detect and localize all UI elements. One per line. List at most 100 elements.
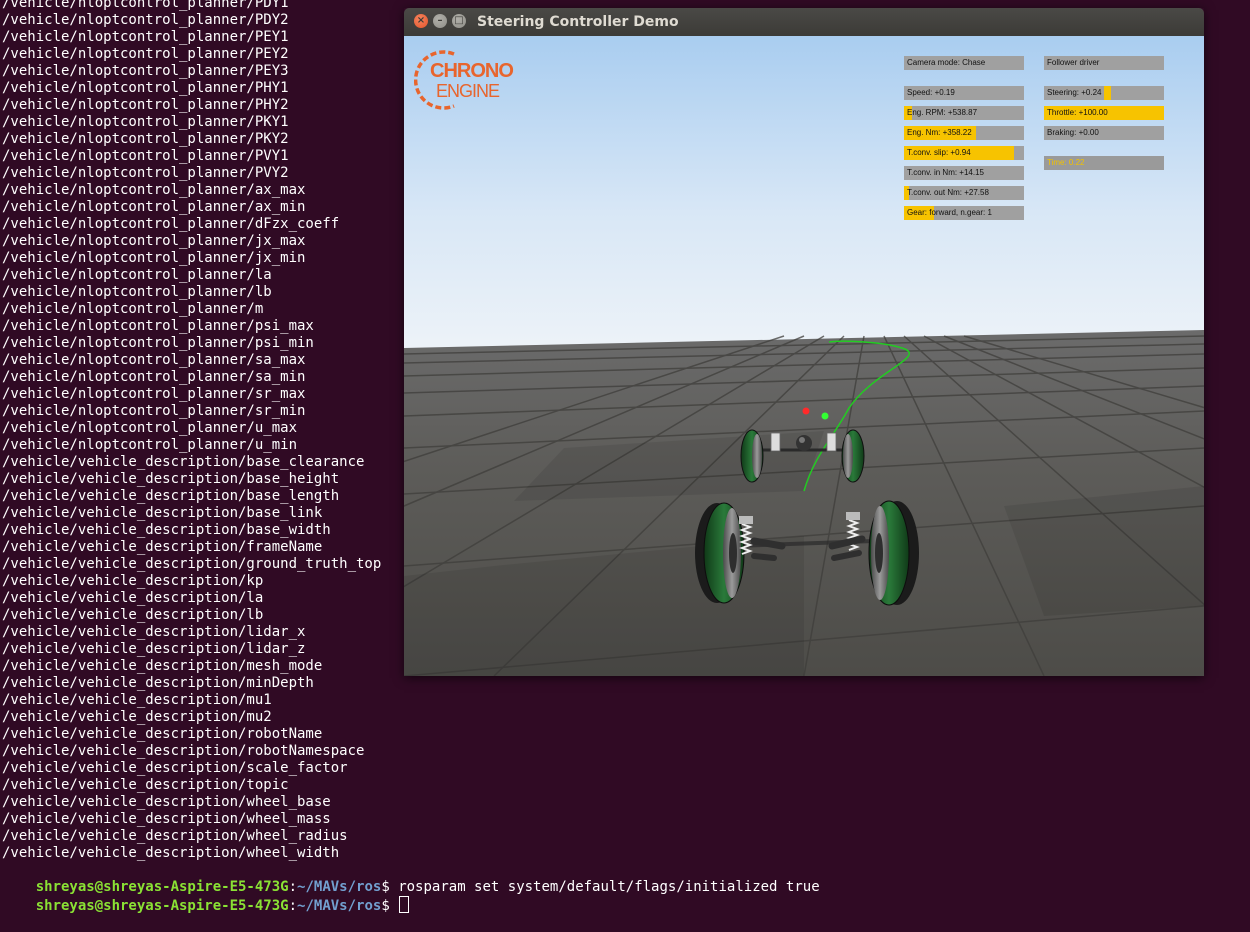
minimize-icon: – (437, 15, 443, 26)
terminal-output-line: /vehicle/vehicle_description/lidar_z (2, 641, 306, 657)
terminal-output-line: /vehicle/vehicle_description/lb (2, 607, 264, 623)
hud-speed-text: Speed: +0.19 (907, 88, 955, 97)
hud-gear: Gear: forward, n.gear: 1 (904, 206, 1024, 220)
3d-viewport[interactable]: CHRONO ENGINE Camera mode: Chase Followe… (404, 36, 1204, 676)
prompt-path: ~/MAVs/ros (297, 898, 382, 914)
terminal-output-line: /vehicle/vehicle_description/base_width (2, 522, 331, 538)
terminal-output-line: /vehicle/nloptcontrol_planner/PEY3 (2, 63, 289, 79)
hud-tconv-slip: T.conv. slip: +0.94 (904, 146, 1024, 160)
target-marker-green (821, 412, 829, 420)
hud-sim-time-text: Time: 0.22 (1047, 158, 1085, 167)
terminal-output-line: /vehicle/vehicle_description/kp (2, 573, 264, 589)
terminal-output-line: /vehicle/vehicle_description/ground_trut… (2, 556, 382, 572)
hud-engine-torque-text: Eng. Nm: +358.22 (907, 128, 972, 137)
hud-steering-text: Steering: +0.24 (1047, 88, 1102, 97)
terminal-output-line: /vehicle/nloptcontrol_planner/jx_min (2, 250, 306, 266)
terminal-output-line: /vehicle/nloptcontrol_planner/sr_min (2, 403, 306, 419)
terminal-output-line: /vehicle/nloptcontrol_planner/PEY1 (2, 29, 289, 45)
terminal-output-line: /vehicle/vehicle_description/mesh_mode (2, 658, 323, 674)
terminal-output-line: /vehicle/vehicle_description/robotName (2, 726, 323, 742)
terminal-output-line: /vehicle/nloptcontrol_planner/PDY1 (2, 0, 289, 11)
terminal-output-line: /vehicle/vehicle_description/base_length (2, 488, 340, 504)
hud-sim-time: Time: 0.22 (1044, 156, 1164, 170)
terminal-output-line: /vehicle/nloptcontrol_planner/PHY1 (2, 80, 289, 96)
terminal-output-line: /vehicle/nloptcontrol_planner/dFzx_coeff (2, 216, 340, 232)
terminal-output-line: /vehicle/vehicle_description/mu1 (2, 692, 272, 708)
terminal-output-line: /vehicle/nloptcontrol_planner/PKY2 (2, 131, 289, 147)
hud-tconv-out-torque-text: T.conv. out Nm: +27.58 (907, 188, 989, 197)
terminal-output-line: /vehicle/nloptcontrol_planner/PEY2 (2, 46, 289, 62)
sky (404, 36, 1204, 356)
hud-tconv-out-torque: T.conv. out Nm: +27.58 (904, 186, 1024, 200)
window-close-button[interactable]: × (414, 14, 428, 28)
prompt-line-previous: shreyas@shreyas-Aspire-E5-473G:~/MAVs/ro… (35, 879, 820, 895)
hud-engine-rpm: Eng. RPM: +538.87 (904, 106, 1024, 120)
terminal-output-line: /vehicle/vehicle_description/minDepth (2, 675, 314, 691)
hud-throttle-text: Throttle: +100.00 (1047, 108, 1108, 117)
chrono-engine-logo: CHRONO ENGINE (414, 48, 524, 112)
terminal-output-line: /vehicle/nloptcontrol_planner/u_min (2, 437, 298, 453)
terminal-output-line: /vehicle/nloptcontrol_planner/lb (2, 284, 272, 300)
text-cursor (399, 896, 410, 913)
terminal-output-line: /vehicle/nloptcontrol_planner/sa_min (2, 369, 306, 385)
terminal-output-line: /vehicle/vehicle_description/scale_facto… (2, 760, 348, 776)
hud-throttle: Throttle: +100.00 (1044, 106, 1164, 120)
terminal-output-line: /vehicle/nloptcontrol_planner/psi_min (2, 335, 314, 351)
terminal-output-line: /vehicle/vehicle_description/la (2, 590, 264, 606)
hud-tconv-in-torque: T.conv. in Nm: +14.15 (904, 166, 1024, 180)
terminal-output-line: /vehicle/vehicle_description/wheel_mass (2, 811, 331, 827)
hud-driver-mode-text: Follower driver (1047, 58, 1100, 67)
terminal-output-line: /vehicle/nloptcontrol_planner/la (2, 267, 272, 283)
close-icon: × (416, 15, 426, 26)
maximize-icon: □ (454, 15, 464, 26)
window-maximize-button[interactable]: □ (452, 14, 466, 28)
window-title: Steering Controller Demo (477, 14, 679, 30)
terminal-output-line: /vehicle/vehicle_description/lidar_x (2, 624, 306, 640)
terminal-output-line: /vehicle/nloptcontrol_planner/u_max (2, 420, 298, 436)
steering-controller-demo-window[interactable]: × – □ Steering Controller Demo CHRONO EN… (404, 8, 1204, 676)
prompt-user: shreyas@shreyas-Aspire-E5-473G (35, 898, 289, 914)
terminal-output-line: /vehicle/vehicle_description/frameName (2, 539, 323, 555)
terminal-output-line: /vehicle/nloptcontrol_planner/sr_max (2, 386, 306, 402)
hud-engine-rpm-text: Eng. RPM: +538.87 (907, 108, 978, 117)
terminal-output-line: /vehicle/nloptcontrol_planner/PDY2 (2, 12, 289, 28)
terminal-output-line: /vehicle/vehicle_description/wheel_base (2, 794, 331, 810)
terminal-output-line: /vehicle/vehicle_description/wheel_width (2, 845, 340, 861)
prompt-line-current[interactable]: shreyas@shreyas-Aspire-E5-473G:~/MAVs/ro… (2, 879, 410, 914)
prompt-symbol: $ (381, 898, 399, 914)
hud-driver-mode: Follower driver (1044, 56, 1164, 70)
terminal-output-line: /vehicle/vehicle_description/base_cleara… (2, 454, 365, 470)
hud-camera-mode-text: Camera mode: Chase (907, 58, 986, 67)
hud-gear-text: Gear: forward, n.gear: 1 (907, 208, 992, 217)
hud-camera-mode: Camera mode: Chase (904, 56, 1024, 70)
hud-engine-torque: Eng. Nm: +358.22 (904, 126, 1024, 140)
terminal-output-line: /vehicle/nloptcontrol_planner/ax_min (2, 199, 306, 215)
terminal-output-line: /vehicle/nloptcontrol_planner/ax_max (2, 182, 306, 198)
terminal-output-line: /vehicle/nloptcontrol_planner/PHY2 (2, 97, 289, 113)
hud-steering-bar (1104, 86, 1111, 100)
terminal-output-line: /vehicle/vehicle_description/base_link (2, 505, 323, 521)
terminal-output-line: /vehicle/nloptcontrol_planner/PKY1 (2, 114, 289, 130)
hud-tconv-slip-text: T.conv. slip: +0.94 (907, 148, 971, 157)
terminal-output-line: /vehicle/nloptcontrol_planner/psi_max (2, 318, 314, 334)
window-minimize-button[interactable]: – (433, 14, 447, 28)
window-titlebar[interactable]: × – □ Steering Controller Demo (404, 8, 1204, 36)
logo-text-engine: ENGINE (436, 81, 500, 101)
terminal-output-line: /vehicle/vehicle_description/mu2 (2, 709, 272, 725)
logo-text-chrono: CHRONO (430, 60, 514, 82)
hud-speed: Speed: +0.19 (904, 86, 1024, 100)
terminal-output-line: /vehicle/nloptcontrol_planner/m (2, 301, 264, 317)
hud-braking-text: Braking: +0.00 (1047, 128, 1099, 137)
terminal-output-line: /vehicle/nloptcontrol_planner/jx_max (2, 233, 306, 249)
hud-tconv-in-torque-text: T.conv. in Nm: +14.15 (907, 168, 984, 177)
hud-braking: Braking: +0.00 (1044, 126, 1164, 140)
previous-command: rosparam set system/default/flags/initia… (398, 879, 820, 895)
target-marker-red (802, 407, 810, 415)
terminal-output-line: /vehicle/vehicle_description/robotNamesp… (2, 743, 365, 759)
terminal-output-line: /vehicle/vehicle_description/base_height (2, 471, 340, 487)
hud-steering: Steering: +0.24 (1044, 86, 1164, 100)
terminal-output-line: /vehicle/vehicle_description/wheel_radiu… (2, 828, 348, 844)
terminal-output-line: /vehicle/nloptcontrol_planner/PVY1 (2, 148, 289, 164)
terminal-output-line: /vehicle/vehicle_description/topic (2, 777, 289, 793)
terminal-output-line: /vehicle/nloptcontrol_planner/sa_max (2, 352, 306, 368)
